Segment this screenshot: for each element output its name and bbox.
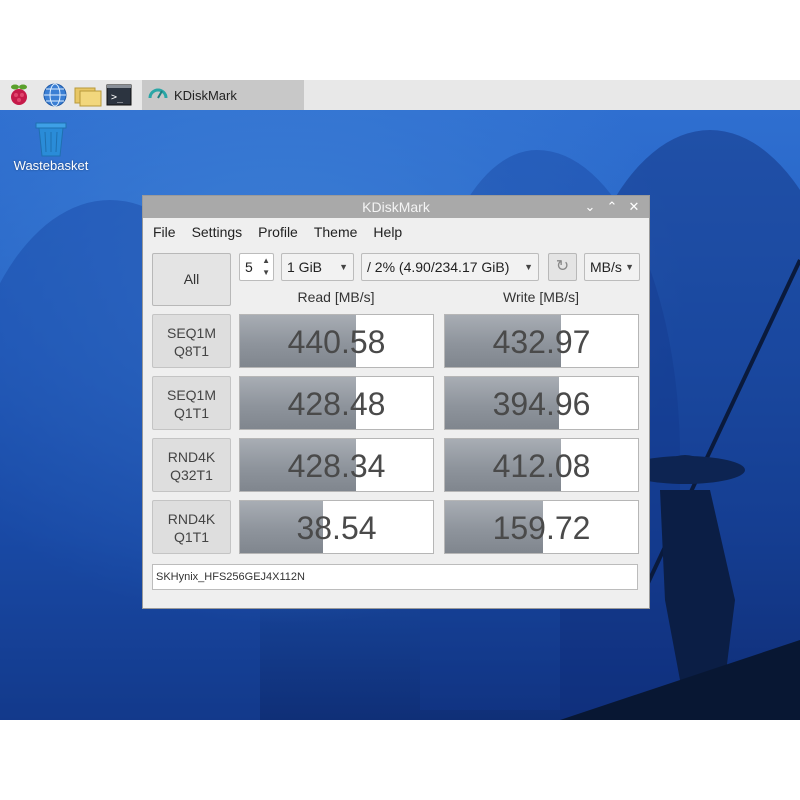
test-params: Q1T1 xyxy=(173,405,209,421)
write-column-header: Write [MB/s] xyxy=(503,289,579,305)
rnd4k-q32t1-button[interactable]: RND4K Q32T1 xyxy=(152,438,231,492)
read-result-rnd4k-q32t1: 428.34 xyxy=(239,438,434,492)
result-value: 432.97 xyxy=(492,324,591,360)
refresh-button[interactable]: ↻ xyxy=(548,253,577,281)
menu-theme[interactable]: Theme xyxy=(314,224,358,240)
write-result-seq1m-q8t1: 432.97 xyxy=(444,314,639,368)
trash-icon xyxy=(8,120,94,158)
device-name-field[interactable]: SKHynix_HFS256GEJ4X112N xyxy=(152,564,638,590)
svg-text:>_: >_ xyxy=(111,92,124,103)
window-titlebar[interactable]: KDiskMark ⌄ ⌃ ✕ xyxy=(143,196,649,218)
read-result-seq1m-q1t1: 428.48 xyxy=(239,376,434,430)
test-params: Q32T1 xyxy=(170,467,213,483)
result-value: 428.48 xyxy=(287,386,386,422)
gauge-icon xyxy=(148,83,168,107)
unit-combo[interactable]: MB/s ▼ xyxy=(584,253,640,281)
read-result-seq1m-q8t1: 440.58 xyxy=(239,314,434,368)
menu-profile[interactable]: Profile xyxy=(258,224,298,240)
spin-arrows-icon[interactable]: ▲ ▼ xyxy=(262,255,270,279)
test-name: RND4K xyxy=(167,449,216,465)
all-button[interactable]: All xyxy=(152,253,231,306)
result-value: 159.72 xyxy=(492,510,591,546)
menu-help[interactable]: Help xyxy=(373,224,402,240)
test-params: Q8T1 xyxy=(173,343,209,359)
chevron-down-icon: ▼ xyxy=(625,262,634,272)
menu-file[interactable]: File xyxy=(153,224,176,240)
folder-icon[interactable] xyxy=(74,82,102,108)
window-title: KDiskMark xyxy=(362,199,430,215)
test-params: Q1T1 xyxy=(173,529,209,545)
result-value: 440.58 xyxy=(287,324,386,360)
wastebasket-desktop-item[interactable]: Wastebasket xyxy=(8,120,94,173)
chevron-down-icon: ▼ xyxy=(524,262,533,272)
terminal-icon[interactable]: >_ xyxy=(106,82,132,108)
result-value: 394.96 xyxy=(492,386,591,422)
close-icon[interactable]: ✕ xyxy=(625,198,643,216)
chevron-down-icon[interactable]: ⌄ xyxy=(581,198,599,216)
result-value: 428.34 xyxy=(287,448,386,484)
seq1m-q8t1-button[interactable]: SEQ1M Q8T1 xyxy=(152,314,231,368)
target-combo[interactable]: / 2% (4.90/234.17 GiB) ▼ xyxy=(361,253,539,281)
kdiskmark-window: KDiskMark ⌄ ⌃ ✕ File Settings Profile Th… xyxy=(142,195,650,609)
menubar: File Settings Profile Theme Help xyxy=(143,218,649,245)
write-result-seq1m-q1t1: 394.96 xyxy=(444,376,639,430)
test-name: SEQ1M xyxy=(166,325,216,341)
unit-value: MB/s xyxy=(590,259,622,275)
refresh-icon: ↻ xyxy=(555,258,570,275)
chevron-down-icon: ▼ xyxy=(339,262,348,272)
rnd4k-q1t1-button[interactable]: RND4K Q1T1 xyxy=(152,500,231,554)
test-name: SEQ1M xyxy=(166,387,216,403)
target-value: / 2% (4.90/234.17 GiB) xyxy=(367,259,510,275)
write-result-rnd4k-q1t1: 159.72 xyxy=(444,500,639,554)
size-value: 1 GiB xyxy=(287,259,323,275)
size-combo[interactable]: 1 GiB ▼ xyxy=(281,253,354,281)
write-result-rnd4k-q32t1: 412.08 xyxy=(444,438,639,492)
runs-spinbox[interactable]: 5 ▲ ▼ xyxy=(239,253,274,281)
raspberry-icon[interactable] xyxy=(6,82,32,108)
menu-settings[interactable]: Settings xyxy=(192,224,243,240)
seq1m-q1t1-button[interactable]: SEQ1M Q1T1 xyxy=(152,376,231,430)
task-button-kdiskmark[interactable]: KDiskMark xyxy=(142,80,304,110)
runs-value: 5 xyxy=(245,259,253,275)
taskbar: >_ KDiskMark xyxy=(0,80,800,111)
read-column-header: Read [MB/s] xyxy=(297,289,375,305)
result-value: 412.08 xyxy=(492,448,591,484)
test-name: RND4K xyxy=(167,511,216,527)
result-value: 38.54 xyxy=(296,510,377,546)
task-label: KDiskMark xyxy=(174,87,237,103)
chevron-up-icon[interactable]: ⌃ xyxy=(603,198,621,216)
wastebasket-label: Wastebasket xyxy=(13,158,89,173)
read-result-rnd4k-q1t1: 38.54 xyxy=(239,500,434,554)
globe-icon[interactable] xyxy=(42,82,68,108)
